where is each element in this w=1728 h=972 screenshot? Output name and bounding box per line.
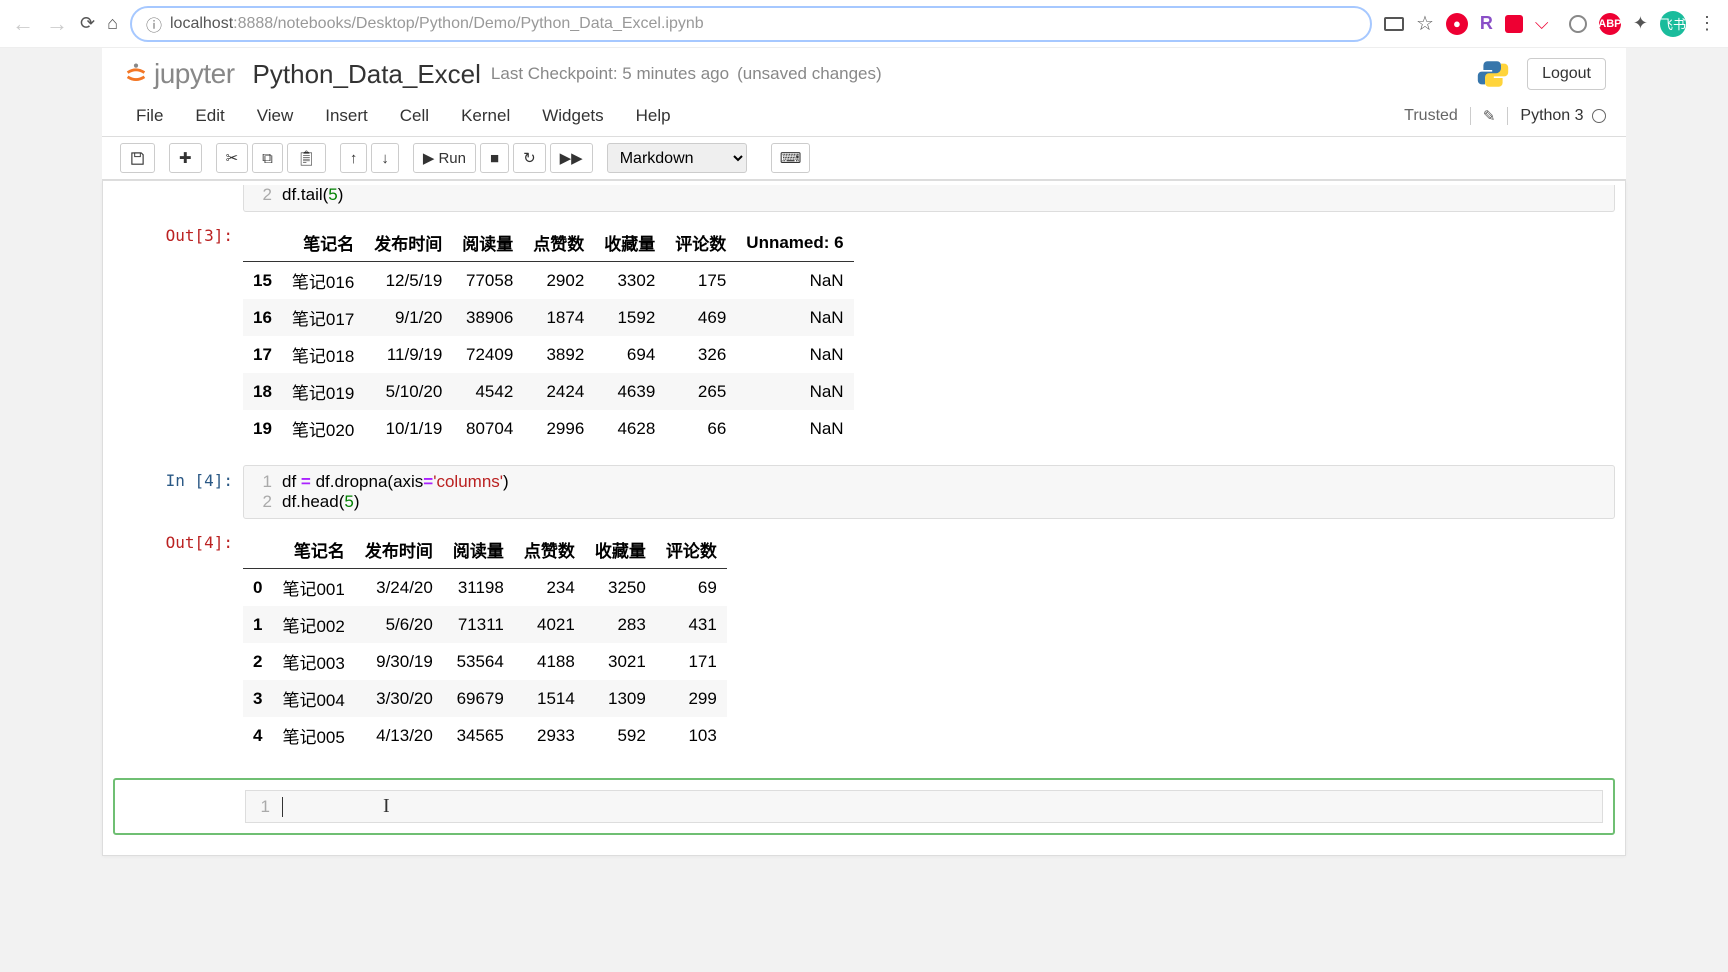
- checkpoint-text: Last Checkpoint: 5 minutes ago: [491, 64, 729, 84]
- extension-r-icon[interactable]: R: [1480, 13, 1493, 34]
- move-up-button[interactable]: ↑: [340, 143, 368, 173]
- text-cursor-icon: I: [383, 795, 390, 818]
- move-down-button[interactable]: ↓: [371, 143, 399, 173]
- extension-icon[interactable]: [1569, 15, 1587, 33]
- profile-avatar[interactable]: 飞书: [1660, 11, 1686, 37]
- menu-kernel[interactable]: Kernel: [445, 100, 526, 132]
- extension-icon[interactable]: ●: [1446, 13, 1468, 35]
- save-button[interactable]: [120, 143, 155, 173]
- back-button[interactable]: ←: [12, 11, 34, 37]
- menu-widgets[interactable]: Widgets: [526, 100, 619, 132]
- in-prompt: In [4]:: [113, 465, 243, 519]
- active-cell[interactable]: 1 I: [113, 778, 1615, 835]
- out-prompt: Out[3]:: [113, 220, 243, 457]
- browser-toolbar: ← → ⟳ ⌂ ⓘ localhost:8888/notebooks/Deskt…: [0, 0, 1728, 48]
- unsaved-text: (unsaved changes): [737, 64, 882, 84]
- address-bar[interactable]: ⓘ localhost:8888/notebooks/Desktop/Pytho…: [130, 6, 1372, 42]
- url-text: localhost:8888/notebooks/Desktop/Python/…: [170, 15, 704, 33]
- reload-button[interactable]: ⟳: [80, 13, 95, 34]
- copy-button[interactable]: ⧉: [252, 143, 283, 173]
- table-row: 1笔记0025/6/20713114021283431: [243, 606, 727, 643]
- table-row: 4笔记0054/13/20345652933592103: [243, 717, 727, 754]
- kernel-name[interactable]: Python 3: [1507, 107, 1606, 125]
- table-row: 18笔记0195/10/20454224244639265NaN: [243, 373, 854, 410]
- site-info-icon[interactable]: ⓘ: [146, 12, 162, 36]
- cut-button[interactable]: ✂: [216, 143, 249, 173]
- table-row: 15笔记01612/5/197705829023302175NaN: [243, 262, 854, 300]
- menu-cell[interactable]: Cell: [384, 100, 445, 132]
- menu-edit[interactable]: Edit: [179, 100, 240, 132]
- screen-icon[interactable]: [1384, 17, 1404, 31]
- command-palette-button[interactable]: ⌨: [771, 143, 811, 173]
- cell-type-select[interactable]: Markdown: [607, 143, 747, 173]
- table-row: 17笔记01811/9/19724093892694326NaN: [243, 336, 854, 373]
- jupyter-logo-text: jupyter: [154, 58, 235, 90]
- table-row: 2笔记0039/30/195356441883021171: [243, 643, 727, 680]
- bookmark-star-icon[interactable]: ☆: [1416, 11, 1434, 36]
- toolbar: ✚ ✂ ⧉ 📋︎ ↑ ↓ ▶ Run ■ ↻ ▶▶ Markdown ⌨: [102, 137, 1626, 180]
- edit-icon[interactable]: ✎: [1483, 107, 1496, 125]
- insert-cell-button[interactable]: ✚: [169, 143, 202, 173]
- dataframe-table: 笔记名发布时间阅读量点赞数收藏量评论数 0笔记0013/24/203119823…: [243, 531, 727, 754]
- menu-view[interactable]: View: [241, 100, 310, 132]
- menu-file[interactable]: File: [120, 100, 179, 132]
- dataframe-table: 笔记名发布时间阅读量点赞数收藏量评论数Unnamed: 6 15笔记01612/…: [243, 224, 854, 447]
- text-cursor: [282, 797, 283, 817]
- interrupt-button[interactable]: ■: [480, 143, 509, 173]
- prompt: [115, 784, 245, 829]
- table-row: 0笔记0013/24/2031198234325069: [243, 569, 727, 607]
- code-input[interactable]: 1 I: [245, 790, 1603, 823]
- home-button[interactable]: ⌂: [107, 13, 118, 34]
- extensions-row: ☆ ● R ⌵ ABP ✦ 飞书 ⋮: [1384, 11, 1716, 37]
- menu-icon[interactable]: ⋮: [1698, 13, 1716, 34]
- menu-help[interactable]: Help: [620, 100, 687, 132]
- python-logo-icon: [1477, 58, 1509, 90]
- table-row: 16笔记0179/1/203890618741592469NaN: [243, 299, 854, 336]
- jupyter-logo[interactable]: jupyter: [122, 58, 235, 90]
- table-row: 19笔记02010/1/19807042996462866NaN: [243, 410, 854, 447]
- trusted-indicator[interactable]: Trusted: [1404, 107, 1471, 125]
- menu-insert[interactable]: Insert: [309, 100, 384, 132]
- kernel-status-icon: [1592, 109, 1606, 123]
- code-input[interactable]: 1df = df.dropna(axis='columns') 2df.head…: [243, 465, 1615, 519]
- notebook-header: jupyter Python_Data_Excel Last Checkpoin…: [102, 48, 1626, 96]
- cell-3-output: Out[3]: 笔记名发布时间阅读量点赞数收藏量评论数Unnamed: 6 15…: [113, 216, 1615, 461]
- extensions-icon[interactable]: ✦: [1633, 13, 1648, 34]
- table-row: 3笔记0043/30/206967915141309299: [243, 680, 727, 717]
- run-button[interactable]: ▶ Run: [413, 143, 476, 173]
- prompt: [113, 185, 243, 212]
- cell-3-code: 2df.tail(5): [113, 181, 1615, 216]
- restart-run-all-button[interactable]: ▶▶: [550, 143, 593, 173]
- out-prompt: Out[4]:: [113, 527, 243, 764]
- forward-button[interactable]: →: [46, 11, 68, 37]
- cell-4-code: In [4]: 1df = df.dropna(axis='columns') …: [113, 461, 1615, 523]
- extension-icon[interactable]: [1505, 15, 1523, 33]
- paste-button[interactable]: 📋︎: [287, 143, 326, 173]
- notebook-title[interactable]: Python_Data_Excel: [253, 59, 481, 90]
- cell-4-output: Out[4]: 笔记名发布时间阅读量点赞数收藏量评论数 0笔记0013/24/2…: [113, 523, 1615, 768]
- code-input[interactable]: 2df.tail(5): [243, 185, 1615, 212]
- restart-button[interactable]: ↻: [513, 143, 546, 173]
- adblock-icon[interactable]: ABP: [1599, 13, 1621, 35]
- menubar: File Edit View Insert Cell Kernel Widget…: [102, 96, 1626, 137]
- logout-button[interactable]: Logout: [1527, 58, 1606, 90]
- pocket-icon[interactable]: ⌵: [1535, 13, 1557, 35]
- notebook-area: 2df.tail(5) Out[3]: 笔记名发布时间阅读量点赞数收藏量评论数U…: [102, 180, 1626, 856]
